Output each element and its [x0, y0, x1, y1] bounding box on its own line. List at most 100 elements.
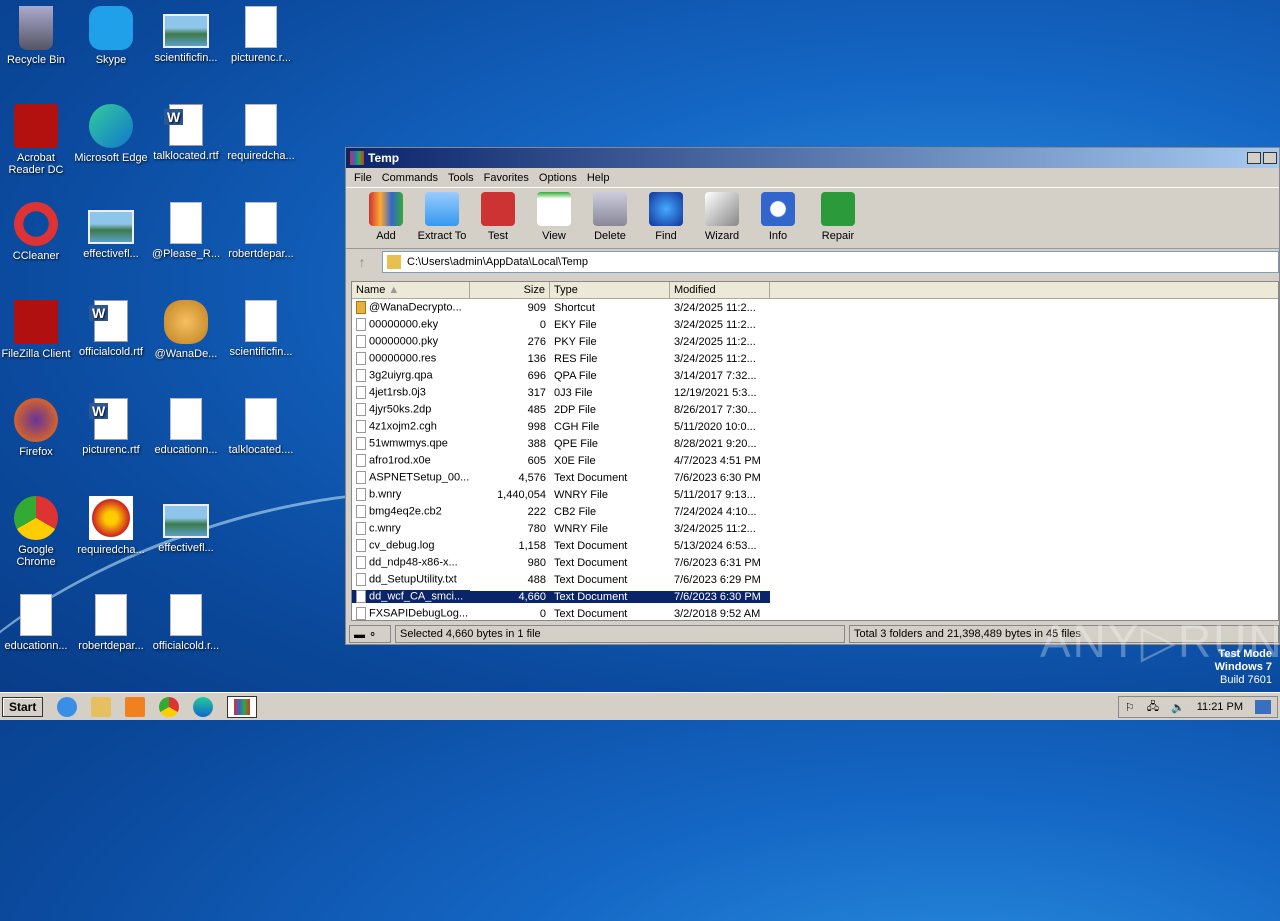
menu-tools[interactable]: Tools: [444, 172, 480, 184]
file-row[interactable]: 3g2uiyrg.qpa 696 QPA File 3/14/2017 7:32...: [352, 367, 1278, 384]
file-row[interactable]: afro1rod.x0e 605 X0E File 4/7/2023 4:51 PM: [352, 452, 1278, 469]
up-arrow-icon[interactable]: ↑: [350, 254, 374, 270]
network-icon[interactable]: 🖧: [1147, 698, 1159, 717]
clock[interactable]: 11:21 PM: [1197, 701, 1243, 713]
file-icon: [245, 6, 277, 48]
wizard-button[interactable]: Wizard: [694, 192, 750, 242]
file-row[interactable]: dd_wcf_CA_smci... 4,660 Text Document 7/6/2…: [352, 588, 1278, 605]
maximize-button[interactable]: [1263, 152, 1277, 164]
menu-commands[interactable]: Commands: [378, 172, 444, 184]
repair-button[interactable]: Repair: [810, 192, 866, 242]
view-button[interactable]: View: [526, 192, 582, 242]
desktop-icon[interactable]: Acrobat Reader DC: [0, 104, 74, 176]
edge-icon[interactable]: [193, 696, 214, 717]
desktop-icon-label: talklocated.rtf: [153, 150, 219, 162]
file-row[interactable]: dd_SetupUtility.txt 488 Text Document 7/6/2…: [352, 571, 1278, 588]
desktop-icon[interactable]: Google Chrome: [0, 496, 74, 568]
desktop-icon[interactable]: effectivefl...: [148, 496, 224, 554]
folder-icon: [387, 255, 401, 269]
path-field[interactable]: C:\Users\admin\AppData\Local\Temp: [382, 251, 1279, 273]
extract-to-button[interactable]: Extract To: [414, 192, 470, 242]
test-button[interactable]: Test: [470, 192, 526, 242]
minimize-button[interactable]: [1247, 152, 1261, 164]
desktop-icon[interactable]: scientificfin...: [223, 300, 299, 358]
file-row[interactable]: c.wnry 780 WNRY File 3/24/2025 11:2...: [352, 520, 1278, 537]
file-row[interactable]: dd_ndp48-x86-x... 980 Text Document 7/6/202…: [352, 554, 1278, 571]
file-row[interactable]: bmg4eq2e.cb2 222 CB2 File 7/24/2024 4:10...: [352, 503, 1278, 520]
flag-icon[interactable]: ⚐: [1125, 701, 1135, 714]
desktop-icon[interactable]: Microsoft Edge: [73, 104, 149, 164]
add-button[interactable]: Add: [358, 192, 414, 242]
desktop-icon[interactable]: picturenc.r...: [223, 6, 299, 64]
column-name[interactable]: Name ▲: [352, 282, 470, 298]
file-row[interactable]: b.wnry 1,440,054 WNRY File 5/11/2017 9:13..…: [352, 486, 1278, 503]
desktop-icon[interactable]: FileZilla Client: [0, 300, 74, 360]
toolbar-label: Find: [655, 230, 677, 242]
menu-file[interactable]: File: [350, 172, 378, 184]
desktop-icon[interactable]: talklocated....: [223, 398, 299, 456]
column-size[interactable]: Size: [470, 282, 550, 298]
app-icon: [14, 202, 58, 246]
file-row[interactable]: @WanaDecrypto... 909 Shortcut 3/24/2025 11:…: [352, 299, 1278, 316]
list-header: Name ▲ Size Type Modified: [352, 282, 1278, 299]
file-row[interactable]: 4z1xojm2.cgh 998 CGH File 5/11/2020 10:0...: [352, 418, 1278, 435]
start-button[interactable]: Start: [2, 696, 44, 717]
file-size: 1,158: [518, 539, 546, 552]
title-bar[interactable]: Temp: [346, 148, 1279, 168]
file-row[interactable]: 4jyr50ks.2dp 485 2DP File 8/26/2017 7:30...: [352, 401, 1278, 418]
file-row[interactable]: ASPNETSetup_00... 4,576 Text Document 7/6/2…: [352, 469, 1278, 486]
file-row[interactable]: 00000000.pky 276 PKY File 3/24/2025 11:2...: [352, 333, 1278, 350]
desktop-icon[interactable]: officialcold.r...: [148, 594, 224, 652]
menu-favorites[interactable]: Favorites: [480, 172, 535, 184]
desktop-icon-label: scientificfin...: [154, 52, 218, 64]
file-icon: [163, 504, 209, 538]
menu-options[interactable]: Options: [535, 172, 583, 184]
column-type[interactable]: Type: [550, 282, 670, 298]
file-icon: [164, 300, 208, 344]
desktop-icon[interactable]: Firefox: [0, 398, 74, 458]
desktop-icon[interactable]: @WanaDe...: [148, 300, 224, 360]
file-icon: [170, 594, 202, 636]
desktop-icon[interactable]: effectivefl...: [73, 202, 149, 260]
desktop-icon-label: picturenc.rtf: [82, 444, 140, 456]
file-modified: 3/24/2025 11:2...: [674, 522, 756, 535]
desktop-icon[interactable]: CCleaner: [0, 202, 74, 262]
desktop-icon[interactable]: Skype: [73, 6, 149, 66]
file-row[interactable]: 00000000.res 136 RES File 3/24/2025 11:2...: [352, 350, 1278, 367]
file-size: 488: [527, 573, 546, 586]
explorer-icon[interactable]: [91, 696, 112, 717]
media-player-icon[interactable]: [125, 696, 146, 717]
file-name: c.wnry: [352, 522, 470, 535]
desktop-icon[interactable]: Recycle Bin: [0, 6, 74, 66]
toolbar-label: Add: [376, 230, 396, 242]
file-row[interactable]: 00000000.eky 0 EKY File 3/24/2025 11:2...: [352, 316, 1278, 333]
winrar-task-button[interactable]: [227, 695, 258, 718]
desktop-icon[interactable]: picturenc.rtf: [73, 398, 149, 456]
file-row[interactable]: cv_debug.log 1,158 Text Document 5/13/2024 …: [352, 537, 1278, 554]
desktop-icon[interactable]: @Please_R...: [148, 202, 224, 260]
desktop-icon[interactable]: officialcold.rtf: [73, 300, 149, 358]
file-type: Text Document: [554, 607, 628, 620]
desktop-icon[interactable]: requiredcha...: [223, 104, 299, 162]
info-button[interactable]: Info: [750, 192, 806, 242]
file-icon: [95, 594, 127, 636]
desktop-icon[interactable]: robertdepar...: [73, 594, 149, 652]
chrome-icon[interactable]: [159, 696, 180, 717]
delete-icon: [593, 192, 627, 226]
desktop-icon[interactable]: educationn...: [0, 594, 74, 652]
file-size: 1,440,054: [497, 488, 546, 501]
column-modified[interactable]: Modified: [670, 282, 770, 298]
file-row[interactable]: 4jet1rsb.0j3 317 0J3 File 12/19/2021 5:3...: [352, 384, 1278, 401]
menu-help[interactable]: Help: [583, 172, 616, 184]
show-desktop-icon[interactable]: [1255, 700, 1271, 714]
volume-icon[interactable]: 🔈: [1171, 701, 1185, 714]
desktop-icon[interactable]: educationn...: [148, 398, 224, 456]
desktop-icon[interactable]: talklocated.rtf: [148, 104, 224, 162]
file-row[interactable]: 51wmwmys.qpe 388 QPE File 8/28/2021 9:20...: [352, 435, 1278, 452]
desktop-icon[interactable]: robertdepar...: [223, 202, 299, 260]
find-button[interactable]: Find: [638, 192, 694, 242]
desktop-icon[interactable]: requiredcha...: [73, 496, 149, 556]
desktop-icon[interactable]: scientificfin...: [148, 6, 224, 64]
ie-icon[interactable]: [57, 696, 78, 717]
delete-button[interactable]: Delete: [582, 192, 638, 242]
